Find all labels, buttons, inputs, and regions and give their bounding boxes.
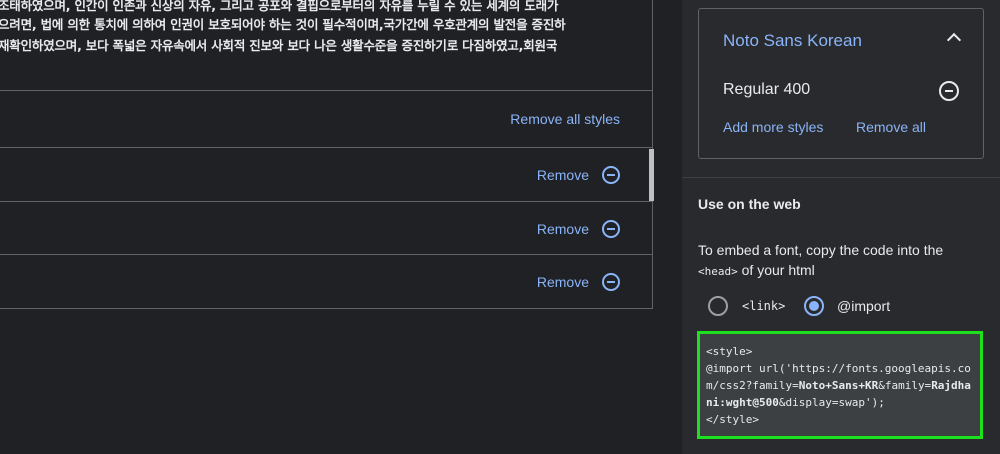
style-row: Remove [0,148,653,202]
code-family: Noto+Sans+KR [798,379,879,392]
remove-circle-icon[interactable] [939,81,959,101]
remove-circle-icon [602,166,620,184]
embed-text: To embed a font, copy the code into the [698,242,944,258]
embed-code-block[interactable]: <style> @import url('https://fonts.googl… [697,331,983,439]
head-tag: <head> [698,265,738,278]
link-radio-label[interactable]: <link> [742,299,785,313]
style-row: Remove [0,255,653,309]
scrollbar-thumb[interactable] [649,149,654,201]
style-name: Regular 400 [723,81,811,98]
remove-circle-icon [602,273,620,291]
specimen-line: 재확인하였으며, 보다 폭넓은 자유속에서 사회적 진보와 보다 나은 생활수준… [0,38,558,53]
specimen-line: 으려면, 법에 의한 통치에 의하여 인권이 보호되어야 하는 것이 필수적이며… [0,17,566,32]
specimen-line: 조태하였으며, 인간이 인존과 신상의 자유, 그리고 공포와 결핍으로부터의 … [0,0,559,13]
font-family-card: Noto Sans Korean Regular 400 Add more st… [698,8,984,159]
specimen-preview: 조태하였으며, 인간이 인존과 신상의 자유, 그리고 공포와 결핍으로부터의 … [0,0,653,91]
selected-styles-panel: 조태하였으며, 인간이 인존과 신상의 자유, 그리고 공포와 결핍으로부터의 … [0,0,654,454]
section-heading: Use on the web [698,196,801,212]
remove-label: Remove [536,221,589,237]
remove-style-button[interactable]: Remove [537,271,620,293]
code-line: </style> [706,413,759,426]
remove-style-button[interactable]: Remove [537,164,620,186]
embed-instructions: To embed a font, copy the code into the … [698,240,978,282]
remove-label: Remove [536,167,589,183]
embed-text: of your html [737,262,815,278]
add-more-styles-link[interactable]: Add more styles [723,119,823,135]
style-row: Remove [0,202,653,255]
remove-all-styles-button[interactable]: Remove all styles [510,111,620,127]
styles-list-header: Remove all styles [0,91,653,148]
import-radio-label[interactable]: @import [837,298,890,314]
remove-circle-icon [602,220,620,238]
review-panel: Noto Sans Korean Regular 400 Add more st… [682,0,1000,454]
divider [682,177,1000,178]
code-line: <style> [706,345,753,358]
code-text: &family= [878,379,932,392]
remove-all-link[interactable]: Remove all [856,119,926,135]
remove-style-button[interactable]: Remove [537,218,620,240]
family-name[interactable]: Noto Sans Korean [723,31,862,51]
chevron-up-icon[interactable] [946,32,962,48]
import-radio[interactable] [804,296,824,316]
link-radio[interactable] [708,296,728,316]
code-text: &display=swap'); [778,396,885,409]
remove-label: Remove [536,274,589,290]
